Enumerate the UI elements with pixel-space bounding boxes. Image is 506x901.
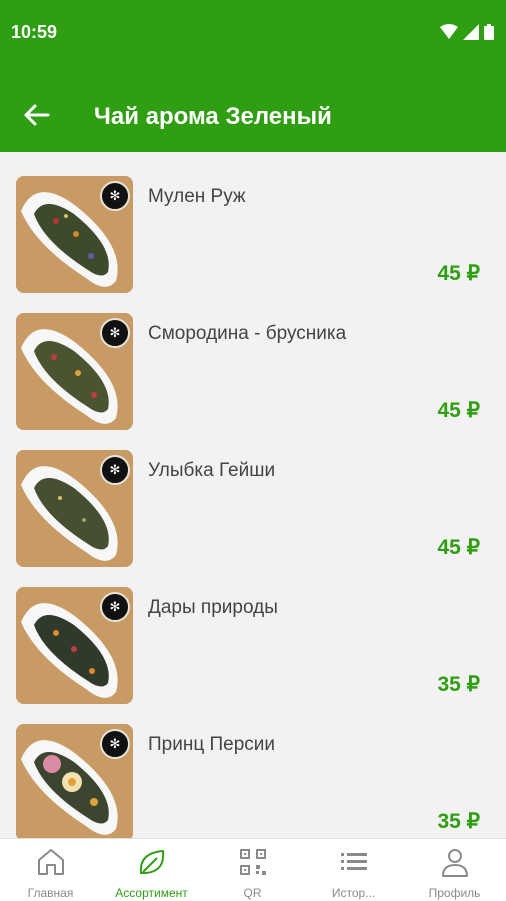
- brand-badge-icon: ✻: [100, 318, 130, 348]
- list-icon: [341, 853, 367, 870]
- battery-icon: [484, 24, 494, 40]
- brand-badge-icon: ✻: [100, 181, 130, 211]
- nav-item-history[interactable]: Истор...: [303, 839, 404, 901]
- home-icon: [38, 849, 64, 875]
- status-bar: 10:59: [0, 0, 506, 64]
- nav-label: Истор...: [331, 886, 376, 900]
- signal-icon: [463, 24, 479, 40]
- list-item[interactable]: ✻ Принц Персии 35 ₽: [0, 700, 506, 838]
- bottom-navigation: Главная Ассортимент QR Истор... Профиль: [0, 838, 506, 901]
- brand-badge-icon: ✻: [100, 455, 130, 485]
- product-price: 45 ₽: [437, 399, 480, 422]
- leaf-icon: [139, 850, 165, 874]
- nav-item-profile[interactable]: Профиль: [404, 839, 505, 901]
- nav-label: Ассортимент: [115, 886, 188, 900]
- product-price: 45 ₽: [437, 536, 480, 559]
- nav-label: Главная: [27, 886, 74, 900]
- product-image: ✻: [16, 176, 133, 293]
- brand-badge-icon: ✻: [100, 729, 130, 759]
- product-name: Принц Персии: [148, 734, 276, 755]
- product-price: 35 ₽: [437, 810, 480, 833]
- product-image: ✻: [16, 587, 133, 704]
- nav-item-assortment[interactable]: Ассортимент: [101, 839, 202, 901]
- product-name: Мулен Руж: [148, 186, 246, 207]
- nav-label: QR: [243, 886, 262, 900]
- status-time: 10:59: [11, 22, 58, 42]
- list-item[interactable]: ✻ Дары природы 35 ₽: [0, 563, 506, 704]
- person-icon: [442, 849, 468, 877]
- back-arrow-icon[interactable]: [22, 100, 52, 130]
- qr-icon: [240, 849, 266, 875]
- list-item[interactable]: ✻ Мулен Руж 45 ₽: [0, 152, 506, 293]
- app-bar: 10:59 Чай арома Зеленый: [0, 0, 506, 152]
- product-name: Дары природы: [148, 597, 278, 618]
- product-image: ✻: [16, 724, 133, 838]
- list-item[interactable]: ✻ Улыбка Гейши 45 ₽: [0, 426, 506, 567]
- product-list: ✻ Мулен Руж 45 ₽ ✻ Смородина - брусника …: [0, 152, 506, 838]
- nav-label: Профиль: [428, 886, 481, 900]
- nav-item-qr[interactable]: QR: [202, 839, 303, 901]
- nav-item-home[interactable]: Главная: [0, 839, 101, 901]
- product-price: 35 ₽: [437, 673, 480, 696]
- product-name: Смородина - брусника: [148, 323, 347, 344]
- product-image: ✻: [16, 313, 133, 430]
- list-item[interactable]: ✻ Смородина - брусника 45 ₽: [0, 289, 506, 430]
- product-image: ✻: [16, 450, 133, 567]
- page-title: Чай арома Зеленый: [94, 103, 332, 130]
- product-price: 45 ₽: [437, 262, 480, 285]
- product-name: Улыбка Гейши: [148, 460, 276, 481]
- brand-badge-icon: ✻: [100, 592, 130, 622]
- wifi-icon: [440, 24, 458, 39]
